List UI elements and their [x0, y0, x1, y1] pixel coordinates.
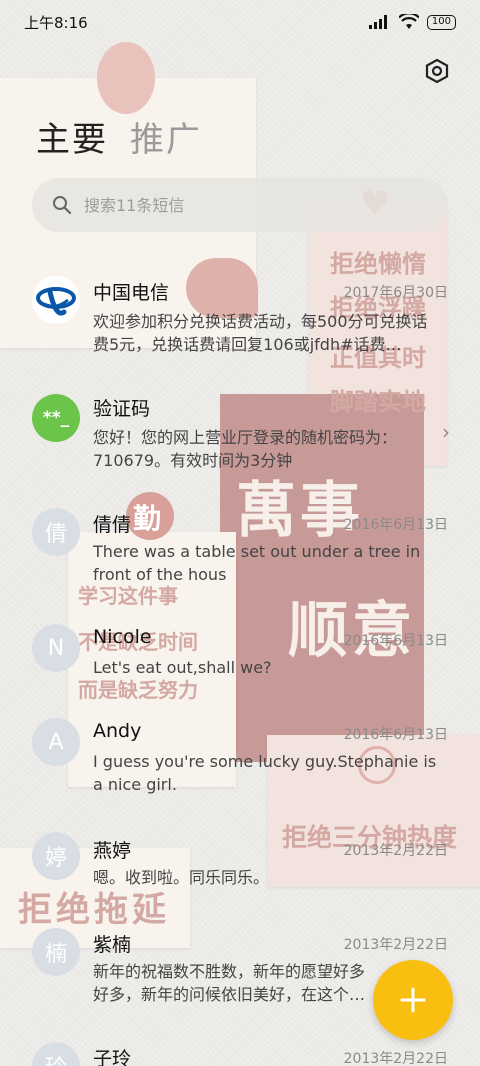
message-date: 2013年2月22日 [343, 1051, 448, 1066]
message-preview: 欢迎参加积分兑换话费活动，每500分可兑换话费5元，兑换话费请回复106或jfd… [93, 312, 428, 354]
message-preview: Let's eat out,shall we? [93, 658, 272, 677]
tab-bar: 主要 推广 [36, 112, 202, 161]
search-icon [53, 196, 72, 215]
chevron-right-icon: › [442, 420, 450, 444]
contact-name: 中国电信 [93, 282, 170, 304]
message-date: 2016年6月13日 [343, 517, 448, 533]
conversation-item[interactable]: 婷 燕婷 2013年2月22日 嗯。收到啦。同乐同乐。 [0, 832, 480, 902]
contact-name: 燕婷 [93, 840, 132, 862]
message-date: 2016年6月13日 [343, 727, 448, 743]
settings-hexagon-icon [425, 58, 449, 84]
status-bar: 上午8:16 100 [0, 0, 480, 44]
contact-name: 子玲 [93, 1048, 132, 1066]
tab-promotions[interactable]: 推广 [130, 112, 202, 161]
message-date: 2013年2月22日 [343, 937, 448, 953]
message-preview: 嗯。收到啦。同乐同乐。 [93, 868, 270, 887]
message-date: 2016年6月13日 [343, 633, 448, 649]
search-bar[interactable] [32, 178, 448, 232]
avatar: A [32, 718, 80, 766]
wifi-icon [398, 14, 419, 29]
message-date: 2013年2月22日 [343, 843, 448, 859]
conversation-item[interactable]: **_ 验证码 您好！您的网上营业厅登录的随机密码为：710679。有效时间为3… [0, 392, 480, 482]
code-avatar: **_ [32, 394, 80, 442]
compose-button[interactable] [373, 960, 453, 1040]
contact-name: 紫楠 [93, 934, 132, 956]
avatar: N [32, 624, 80, 672]
conversation-item[interactable]: 中国电信 2017年6月30日 欢迎参加积分兑换话费活动，每500分可兑换话费5… [0, 268, 480, 368]
message-preview: 您好！您的网上营业厅登录的随机密码为：710679。有效时间为3分钟 [93, 428, 398, 470]
status-icons: 100 [368, 14, 456, 30]
battery-icon: 100 [426, 14, 456, 30]
conversation-item[interactable]: 玲 子玲 2013年2月22日 [0, 1040, 480, 1066]
contact-name: Andy [93, 720, 142, 742]
avatar: 婷 [32, 832, 80, 880]
plus-icon [400, 987, 426, 1013]
avatar: 倩 [32, 508, 80, 556]
message-preview: I guess you're some lucky guy.Stephanie … [93, 752, 437, 794]
avatar: 楠 [32, 928, 80, 976]
message-preview: There was a table set out under a tree i… [93, 542, 421, 584]
conversation-item[interactable]: 倩 倩倩 2016年6月13日 There was a table set ou… [0, 506, 480, 596]
message-date: 2017年6月30日 [343, 285, 448, 301]
search-input[interactable] [84, 195, 414, 215]
avatar: 玲 [32, 1042, 80, 1066]
signal-icon [368, 15, 387, 29]
conversation-item[interactable]: N Nicole 2016年6月13日 Let's eat out,shall … [0, 622, 480, 692]
contact-name: Nicole [93, 626, 152, 648]
contact-name: 倩倩 [93, 514, 132, 536]
contact-name: 验证码 [93, 398, 151, 420]
settings-button[interactable] [424, 58, 450, 84]
status-time: 上午8:16 [24, 13, 88, 32]
telecom-logo-icon [32, 276, 80, 324]
conversation-item[interactable]: A Andy 2016年6月13日 I guess you're some lu… [0, 716, 480, 806]
message-preview: 新年的祝福数不胜数，新年的愿望好多好多，新年的问候依旧美好，在这个温馨的 [93, 962, 366, 1004]
tab-primary[interactable]: 主要 [36, 112, 108, 161]
